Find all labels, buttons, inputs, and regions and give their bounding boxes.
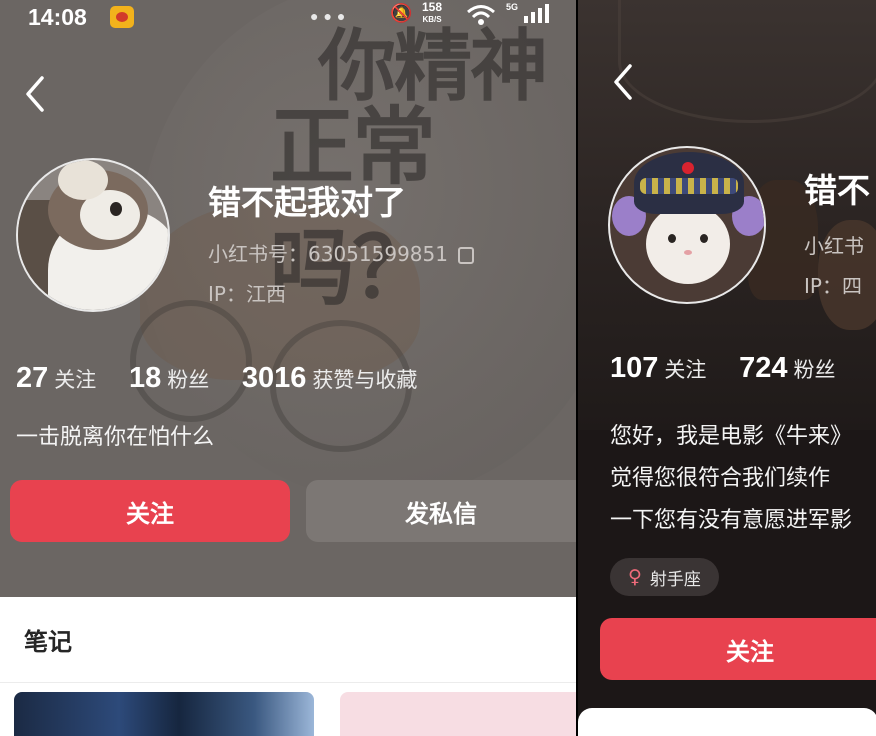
ip-location: IP：四 [804,274,862,298]
follow-button[interactable]: 关注 [600,618,876,680]
red-id-row: 小红书号：63051599851 [208,238,474,267]
avatar-cat-eye [700,234,708,243]
note-card-thumbnail[interactable] [340,692,576,736]
zodiac-label: 射手座 [649,569,701,590]
red-id: 小红书 [804,234,864,258]
profile-name: 错不 [804,171,870,210]
back-arrow-icon[interactable] [606,62,646,102]
stat-followers[interactable]: 724 粉丝 [739,352,835,385]
profile-stats: 107 关注 724 粉丝 [610,352,861,385]
tab-notes[interactable]: 笔记 [24,622,72,657]
bio-line: 觉得您很符合我们续作 [610,466,831,491]
avatar-headdress-jewel [682,162,694,174]
background-cartoon-eye [130,300,252,422]
status-bar: 14:08 ●●● 🔕 158 KB/S 5G [0,0,576,34]
stat-value: 18 [128,362,162,394]
stat-value: 3016 [241,362,307,394]
avatar-cat-paw [58,160,108,200]
avatar[interactable] [16,158,170,312]
mute-icon: 🔕 [390,3,413,23]
avatar-cat-nose [684,250,692,255]
stat-likes-collects[interactable]: 3016 获赞与收藏 [242,362,418,395]
stat-label: 粉丝 [793,358,836,382]
avatar-cat-eye [110,202,122,216]
stat-label: 粉丝 [167,368,210,392]
stat-value: 107 [610,352,659,384]
stat-label: 获赞与收藏 [312,368,418,392]
network-speed: 158 KB/S [422,0,443,25]
note-card-thumbnail[interactable] [14,692,314,736]
stat-label: 关注 [664,358,707,382]
stat-value: 27 [16,362,49,394]
avatar-cat-eye [668,234,676,243]
right-profile-screen: 错不 小红书 IP：四 107 关注 724 粉丝 您好，我是电影《牛来》 觉得您很… [576,0,876,736]
network-speed-value: 158 [422,0,443,14]
ip-location: IP：江西 [208,282,286,306]
zodiac-tag: ♀ 射手座 [610,558,719,596]
background-decoration [618,0,876,123]
wifi-icon [466,3,496,33]
stat-followers[interactable]: 18 粉丝 [129,362,209,395]
notes-sheet [578,708,876,736]
profile-stats: 27 关注 18 粉丝 3016 获赞与收藏 [16,362,443,395]
message-button[interactable]: 发私信 [306,480,576,542]
signal-type: 5G [506,2,519,12]
stat-label: 关注 [54,368,97,392]
divider [0,682,576,683]
left-profile-screen: 你精神 正常吗？ 14:08 ●●● 🔕 158 KB/S 5G 错不起我对了 … [0,0,576,736]
notification-dots-icon: ●●● [310,8,351,24]
avatar-headdress-band [640,178,738,194]
profile-bio: 一击脱离你在怕什么 [16,425,215,450]
status-time: 14:08 [28,4,87,30]
avatar[interactable] [608,146,766,304]
network-speed-unit: KB/S [422,15,442,24]
copy-icon[interactable] [457,247,474,264]
stat-value: 724 [739,352,788,384]
weibo-app-icon [110,6,134,28]
stat-following[interactable]: 107 关注 [610,352,706,385]
avatar-cat-face [646,204,730,284]
profile-bio: 您好，我是电影《牛来》 觉得您很符合我们续作 一下您有没有意愿进军影 [610,416,852,542]
back-arrow-icon[interactable] [18,74,58,114]
follow-button[interactable]: 关注 [10,480,290,542]
cellular-signal-icon: 5G [506,2,551,29]
red-id: 小红书号：63051599851 [208,242,448,266]
bio-line: 一下您有没有意愿进军影 [610,508,853,533]
stat-following[interactable]: 27 关注 [16,362,96,395]
profile-name: 错不起我对了 [208,183,406,222]
bio-line: 您好，我是电影《牛来》 [610,424,853,449]
female-icon: ♀ [628,566,642,588]
